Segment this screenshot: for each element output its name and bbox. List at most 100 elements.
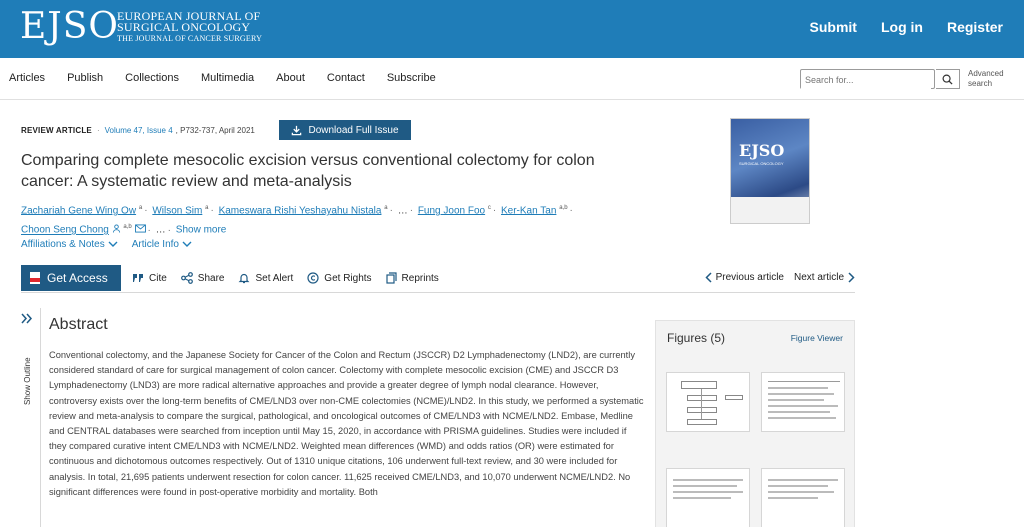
author-affiliation: a: [138, 205, 143, 211]
get-access-button[interactable]: Get Access: [21, 265, 121, 291]
affiliations-toggle[interactable]: Affiliations & Notes: [21, 239, 118, 250]
author-separator: ·: [210, 205, 214, 217]
figure-thumbnail[interactable]: [761, 372, 845, 432]
reprints-label: Reprints: [401, 272, 439, 284]
cite-button[interactable]: Cite: [132, 272, 167, 284]
nav-item-collections[interactable]: Collections: [125, 72, 179, 84]
author-link[interactable]: Kameswara Rishi Yeshayahu Nistala: [219, 205, 382, 216]
figure-thumbnail[interactable]: [666, 468, 750, 527]
author-affiliation: c: [487, 205, 491, 211]
author-affiliation: a,b: [559, 205, 568, 211]
journal-name-line2: SURGICAL ONCOLOGY: [117, 20, 251, 34]
figures-title: Figures (5): [667, 331, 726, 345]
set-alert-button[interactable]: Set Alert: [238, 272, 293, 284]
author-affiliation: a,b: [123, 224, 132, 231]
cover-footer: [731, 197, 809, 223]
cover-subtitle: SURGICAL ONCOLOGY: [739, 161, 784, 166]
article-pagination: Previous article Next article: [705, 272, 855, 283]
search-field: [800, 69, 935, 89]
advanced-search-link[interactable]: Advanced search: [968, 69, 1004, 89]
show-more-authors-link[interactable]: Show more: [176, 225, 227, 236]
person-icon: [112, 224, 120, 233]
cite-label: Cite: [149, 272, 167, 284]
quote-icon: [133, 274, 143, 282]
previous-article-link[interactable]: Previous article: [705, 272, 784, 283]
nav-item-multimedia[interactable]: Multimedia: [201, 72, 254, 84]
journal-logo[interactable]: EJSO: [20, 7, 119, 47]
author-link[interactable]: Fung Joon Foo: [418, 205, 485, 216]
outline-divider: [40, 308, 41, 527]
site-header: EJSO EUROPEAN JOURNAL OF SURGICAL ONCOLO…: [0, 0, 1024, 58]
nav-item-subscribe[interactable]: Subscribe: [387, 72, 436, 84]
author-ellipsis: …: [155, 224, 166, 236]
copyright-icon: [307, 272, 319, 284]
journal-name[interactable]: EUROPEAN JOURNAL OF SURGICAL ONCOLOGY TH…: [117, 10, 263, 44]
author-link[interactable]: Wilson Sim: [152, 205, 202, 216]
figures-panel: Figures (5) Figure Viewer: [655, 320, 855, 527]
figure-thumbnail[interactable]: [761, 468, 845, 527]
share-icon: [180, 272, 193, 284]
author-link[interactable]: Ker-Kan Tan: [501, 205, 556, 216]
author-affiliation: a: [205, 205, 209, 211]
author-separator: ·: [409, 205, 414, 217]
share-label: Share: [197, 272, 225, 284]
reprint-icon: [385, 272, 397, 284]
nav-item-contact[interactable]: Contact: [327, 72, 365, 84]
download-icon: [292, 125, 302, 135]
author-separator: ·: [167, 224, 172, 236]
abstract-text: Conventional colectomy, and the Japanese…: [49, 350, 644, 497]
chevron-down-icon: [182, 241, 192, 247]
article-toolbar: Get Access Cite Share Set Alert Get Righ…: [21, 265, 855, 293]
nav-item-articles[interactable]: Articles: [9, 72, 45, 84]
pages-date: P732-737, April 2021: [180, 126, 255, 135]
meta-separator: ·: [96, 126, 100, 135]
pdf-icon: [30, 272, 40, 284]
download-issue-label: Download Full Issue: [308, 124, 399, 136]
author-link[interactable]: Zachariah Gene Wing Ow: [21, 205, 136, 216]
advanced-search-line2: search: [968, 79, 993, 88]
article-tools: Cite Share Set Alert Get Rights Reprints: [132, 272, 439, 284]
login-link[interactable]: Log in: [881, 19, 923, 35]
show-outline-button[interactable]: [21, 313, 33, 327]
article-pages: , P732-737, April 2021: [175, 126, 255, 135]
show-outline-label[interactable]: Show Outline: [23, 335, 35, 405]
chevron-left-icon: [705, 272, 712, 283]
article-meta: REVIEW ARTICLE · Volume 47, Issue 4 , P7…: [21, 126, 255, 135]
advanced-search-line1: Advanced: [968, 69, 1004, 78]
author-link[interactable]: Choon Seng Chong: [21, 225, 109, 236]
share-button[interactable]: Share: [180, 272, 225, 284]
bell-icon: [239, 273, 250, 284]
article-type: REVIEW ARTICLE: [21, 126, 92, 135]
figure-thumbnail[interactable]: [666, 372, 750, 432]
register-link[interactable]: Register: [947, 19, 1003, 35]
abstract-heading: Abstract: [49, 316, 108, 333]
download-issue-button[interactable]: Download Full Issue: [279, 120, 411, 140]
get-rights-button[interactable]: Get Rights: [307, 272, 372, 284]
volume-issue-link[interactable]: Volume 47, Issue 4: [105, 126, 173, 135]
next-article-label: Next article: [793, 272, 844, 283]
submit-link[interactable]: Submit: [810, 19, 857, 35]
author-separator: ·: [569, 205, 573, 217]
envelope-icon[interactable]: [134, 224, 146, 233]
figure-viewer-link[interactable]: Figure Viewer: [791, 333, 843, 343]
reprints-button[interactable]: Reprints: [385, 272, 439, 284]
search-input[interactable]: [801, 71, 931, 89]
nav-item-about[interactable]: About: [276, 72, 305, 84]
get-access-label: Get Access: [47, 271, 108, 285]
article-details-row: Affiliations & Notes Article Info: [21, 239, 192, 250]
author-separator: ·: [144, 205, 148, 217]
account-links: Submit Log in Register: [810, 19, 1003, 35]
author-separator: ·: [389, 205, 393, 217]
author-separator: ·: [147, 224, 151, 236]
nav-menu: Articles Publish Collections Multimedia …: [9, 72, 436, 84]
nav-item-publish[interactable]: Publish: [67, 72, 103, 84]
journal-cover-image[interactable]: EJSO SURGICAL ONCOLOGY: [730, 118, 810, 224]
article-info-toggle[interactable]: Article Info: [132, 239, 192, 250]
journal-name-line3: THE JOURNAL OF CANCER SURGERY: [117, 34, 263, 43]
get-rights-label: Get Rights: [324, 272, 372, 284]
author-ellipsis: …: [397, 205, 408, 217]
search-button[interactable]: [936, 69, 960, 89]
next-article-link[interactable]: Next article: [794, 272, 855, 283]
author-separator: ·: [492, 205, 497, 217]
previous-article-label: Previous article: [715, 272, 784, 283]
